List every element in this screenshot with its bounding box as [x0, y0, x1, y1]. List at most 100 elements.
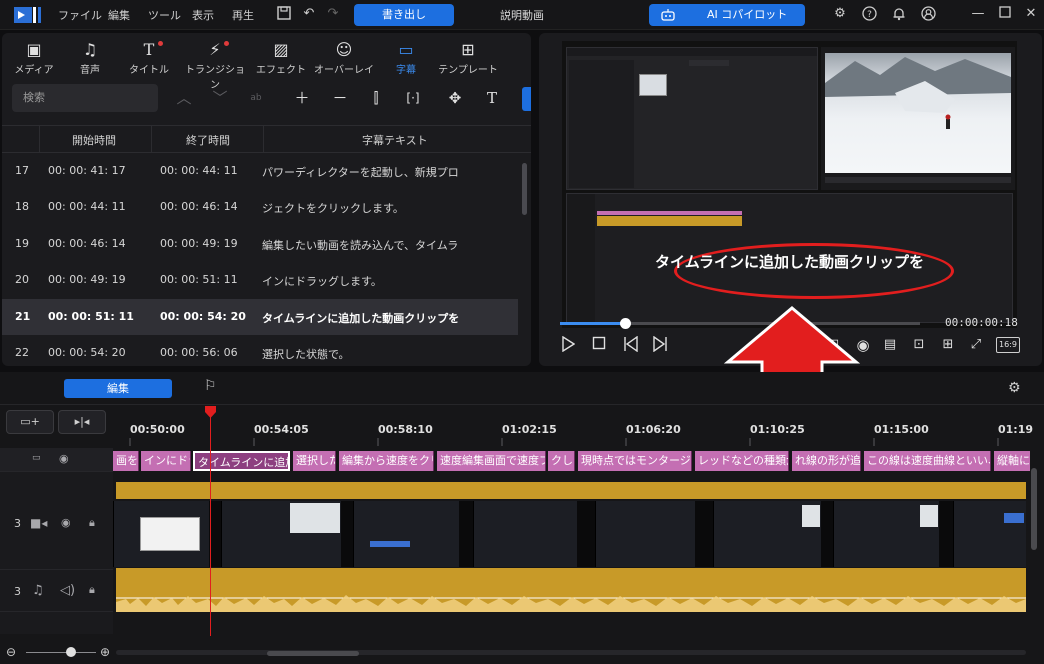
subtitle-display-icon[interactable]: ▤ — [881, 336, 899, 354]
zoom-slider-knob[interactable] — [66, 647, 76, 657]
redo-icon[interactable]: ↷ — [325, 6, 341, 22]
edit-mode-tab[interactable]: 編集 — [64, 379, 172, 398]
subtitle-track-icon: ▭ — [32, 453, 41, 463]
tab-effect[interactable]: ▨ エフェクト — [249, 39, 313, 81]
undo-icon[interactable]: ↶ — [301, 6, 317, 22]
tab-subtitle-label: 字幕 — [396, 65, 416, 76]
robot-icon — [661, 9, 675, 21]
subtitle-clip[interactable]: 速度編集画面で速度フ — [437, 451, 546, 471]
subtitle-row[interactable]: 22 00: 00: 54: 20 00: 00: 56: 06 選択した状態で… — [2, 335, 518, 366]
subtitle-row-selected[interactable]: 21 00: 00: 51: 11 00: 00: 54: 20 タイムラインに… — [2, 299, 518, 335]
subtitle-clip[interactable]: 選択した — [293, 451, 336, 471]
zoom-preview-icon[interactable]: ⊡ — [910, 336, 928, 354]
tab-effect-label: エフェクト — [256, 65, 306, 76]
add-subtitle-icon[interactable]: ＋ — [292, 89, 312, 107]
fullscreen-icon[interactable]: ⤢ — [967, 336, 985, 354]
lock-icon[interactable]: 🔒︎ — [89, 516, 95, 530]
zoom-in-icon[interactable]: ⊕ — [100, 645, 110, 659]
timeline-settings-icon[interactable]: ⚙ — [1008, 380, 1028, 398]
subtitle-row[interactable]: 18 00: 00: 44: 11 00: 00: 46: 14 ジェクトをクリ… — [2, 189, 518, 225]
subtitle-clip[interactable]: クしま — [548, 451, 575, 471]
subtitle-track[interactable]: 画を読 インにドラ タイムラインに追加 選択した 編集から速度をクリ 速度編集画… — [113, 450, 1030, 472]
replace-text-icon[interactable]: ab — [246, 89, 266, 107]
menu-tools[interactable]: ツール — [148, 7, 181, 23]
text-format-icon[interactable]: T — [482, 89, 502, 107]
zoom-out-icon[interactable]: ⊖ — [6, 645, 16, 659]
minimize-icon[interactable]: — — [970, 6, 986, 22]
subtitle-clip[interactable]: 現時点ではモンタージュ、 — [578, 451, 692, 471]
merge-subtitle-icon[interactable]: [·] — [403, 89, 423, 107]
header-subtitle-text: 字幕テキスト — [362, 134, 428, 147]
export-button[interactable]: 書き出し — [354, 4, 454, 26]
horizontal-scroll-track[interactable] — [116, 650, 1026, 655]
next-frame-icon[interactable] — [651, 335, 669, 354]
subtitle-clip[interactable]: 画を読 — [113, 451, 139, 471]
remove-subtitle-icon[interactable]: － — [330, 89, 350, 107]
tab-overlay[interactable]: ☺ オーバーレイ — [312, 39, 376, 81]
play-icon[interactable] — [559, 335, 577, 354]
timeline-horizontal-scrollbar[interactable] — [267, 651, 359, 656]
subtitle-clip[interactable]: レッドなどの種類があ — [695, 451, 789, 471]
timeline-vertical-scrollbar[interactable] — [1031, 468, 1037, 550]
tab-template[interactable]: ⊞ テンプレート — [436, 39, 500, 81]
maximize-icon[interactable] — [997, 6, 1013, 22]
help-icon[interactable]: ? — [861, 6, 877, 22]
video-clip-title-bar[interactable] — [116, 482, 1026, 499]
aspect-ratio-selector[interactable]: 16:9 — [996, 337, 1020, 353]
notification-bell-icon[interactable] — [891, 6, 907, 22]
subtitle-clip[interactable]: 縦軸に — [994, 451, 1030, 471]
timeline-ruler[interactable]: 00:50:00 00:54:05 00:58:10 01:02:15 01:0… — [113, 408, 1033, 448]
visibility-eye-icon[interactable]: ◉ — [61, 516, 71, 529]
marker-icon[interactable]: ⚐ — [204, 378, 224, 398]
menu-file[interactable]: ファイル — [58, 7, 102, 23]
seek-bar-progress — [560, 322, 625, 325]
zoom-slider-track[interactable] — [26, 652, 96, 653]
seek-bar-knob[interactable] — [619, 318, 631, 329]
playhead-handle[interactable] — [205, 406, 216, 418]
account-icon[interactable] — [920, 6, 936, 22]
split-subtitle-icon[interactable]: ⫿ — [366, 89, 386, 107]
subtitle-list-scrollbar[interactable] — [522, 163, 527, 215]
subtitle-clip-selected[interactable]: タイムラインに追加 — [193, 451, 290, 471]
fit-timeline-button[interactable]: ▸|◂ — [58, 410, 106, 434]
move-up-icon[interactable]: ︿ — [174, 89, 194, 107]
row-text: タイムラインに追加した動画クリップを — [262, 312, 460, 325]
preview-video-frame[interactable]: タイムラインに追加した動画クリップを — [562, 41, 1017, 328]
subtitle-clip[interactable]: 編集から速度をクリ — [339, 451, 434, 471]
settings-icon[interactable]: ⚙ — [832, 6, 848, 22]
tab-subtitle[interactable]: ▭ 字幕 — [374, 39, 438, 81]
tab-transition[interactable]: ⚡ トランジション — [183, 39, 247, 91]
row-start-time: 00: 00: 46: 14 — [48, 237, 126, 250]
tab-audio[interactable]: ♫ 音声 — [58, 39, 122, 81]
subtitle-clip[interactable]: インにドラ — [141, 451, 191, 471]
stop-icon[interactable] — [590, 336, 608, 354]
grid-layout-icon[interactable]: ⊞ — [939, 336, 957, 354]
tab-transition-label: トランジション — [185, 65, 245, 91]
video-track[interactable] — [113, 501, 1026, 567]
panel-extra-button[interactable] — [522, 87, 531, 111]
move-down-icon[interactable]: ﹀ — [210, 89, 230, 107]
subtitle-row[interactable]: 17 00: 00: 41: 17 00: 00: 44: 11 パワーディレク… — [2, 153, 518, 189]
subtitle-row[interactable]: 19 00: 00: 46: 14 00: 00: 49: 19 編集したい動画… — [2, 226, 518, 262]
add-track-button[interactable]: ▭+ — [6, 410, 54, 434]
menu-edit[interactable]: 編集 — [108, 7, 130, 23]
tab-title[interactable]: T タイトル — [117, 39, 181, 81]
search-input[interactable]: 検索 — [12, 84, 158, 112]
subtitle-clip[interactable]: この線は速度曲線といい、形 — [864, 451, 991, 471]
subtitle-clip[interactable]: れ線の形が追 — [792, 451, 861, 471]
speaker-icon[interactable]: ◁) — [60, 583, 75, 598]
visibility-eye-icon[interactable]: ◉ — [59, 452, 69, 465]
row-start-time: 00: 00: 41: 17 — [48, 164, 126, 177]
lock-icon[interactable]: 🔒︎ — [89, 583, 95, 597]
ai-copilot-button[interactable]: AI コパイロット — [649, 4, 805, 26]
position-icon[interactable]: ✥ — [445, 89, 465, 107]
audio-track-waveform[interactable] — [116, 568, 1026, 612]
previous-frame-icon[interactable] — [622, 335, 640, 354]
save-icon[interactable] — [276, 6, 292, 22]
close-icon[interactable]: ✕ — [1023, 6, 1039, 22]
subtitle-row[interactable]: 20 00: 00: 49: 19 00: 00: 51: 11 インにドラッグ… — [2, 262, 518, 298]
row-text: インにドラッグします。 — [262, 275, 382, 288]
tab-media[interactable]: ▣ メディア — [2, 39, 66, 81]
menu-playback[interactable]: 再生 — [232, 7, 254, 23]
menu-view[interactable]: 表示 — [192, 7, 214, 23]
